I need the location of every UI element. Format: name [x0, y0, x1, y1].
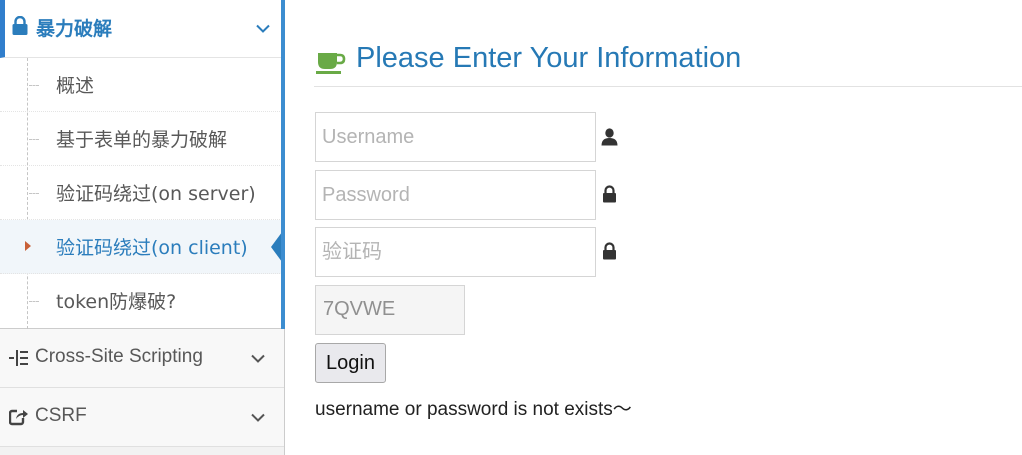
- sidebar-item-form-brute-force[interactable]: 基于表单的暴力破解: [0, 112, 284, 166]
- coffee-cup-icon: [316, 53, 346, 74]
- sidebar-item-label: 验证码绕过(on server): [56, 183, 256, 205]
- chevron-down-icon[interactable]: [251, 413, 265, 422]
- tree-branch: [29, 301, 39, 302]
- sidebar-item-xss[interactable]: Cross-Site Scripting: [0, 329, 284, 388]
- tree-branch: [29, 193, 39, 194]
- sidebar-section-label: 暴力破解: [36, 18, 113, 40]
- tree-branch: [29, 139, 39, 140]
- chevron-down-icon[interactable]: [251, 354, 265, 363]
- sidebar-item-token[interactable]: token防爆破?: [0, 274, 284, 328]
- sidebar-submenu: 概述 基于表单的暴力破解 验证码绕过(on server) 验证码绕过(on c…: [0, 58, 285, 329]
- caret-right-icon: [25, 241, 31, 251]
- lock-icon: [603, 185, 616, 203]
- list-indent-icon: [9, 350, 28, 366]
- sidebar-item-label: Cross-Site Scripting: [35, 346, 203, 367]
- sidebar-accent-bar: [281, 0, 285, 329]
- user-icon: [601, 128, 618, 146]
- sidebar-item-label: 验证码绕过(on client): [56, 237, 248, 259]
- tree-branch: [29, 85, 39, 86]
- error-message: username or password is not exists～: [315, 399, 632, 420]
- sidebar-item-overview[interactable]: 概述: [0, 58, 284, 112]
- username-input[interactable]: [315, 112, 596, 162]
- sidebar-item-label: CSRF: [35, 405, 87, 426]
- captcha-input[interactable]: [315, 227, 596, 277]
- sidebar: 暴力破解 概述 基于表单的暴力破解 验证码绕过(on server) 验证码绕过…: [0, 0, 285, 455]
- sidebar-item-csrf[interactable]: CSRF: [0, 388, 284, 447]
- lock-icon: [12, 16, 28, 35]
- page-title: Please Enter Your Information: [356, 42, 742, 74]
- main-content: Please Enter Your Information 7QVWE Logi…: [286, 0, 1022, 455]
- sidebar-item-label: 概述: [56, 75, 95, 97]
- password-input[interactable]: [315, 170, 596, 220]
- share-icon: [9, 408, 29, 426]
- sidebar-section-brute-force[interactable]: 暴力破解: [0, 0, 284, 58]
- sidebar-item-captcha-client[interactable]: 验证码绕过(on client): [0, 220, 285, 274]
- sidebar-item-captcha-server[interactable]: 验证码绕过(on server): [0, 166, 284, 220]
- login-button[interactable]: Login: [315, 343, 386, 383]
- lock-icon: [603, 242, 616, 260]
- chevron-down-icon[interactable]: [256, 24, 270, 33]
- captcha-code[interactable]: 7QVWE: [315, 285, 465, 335]
- sidebar-item-label: 基于表单的暴力破解: [56, 129, 228, 151]
- sidebar-item-label: token防爆破?: [56, 291, 177, 313]
- page-header: Please Enter Your Information: [314, 40, 1022, 87]
